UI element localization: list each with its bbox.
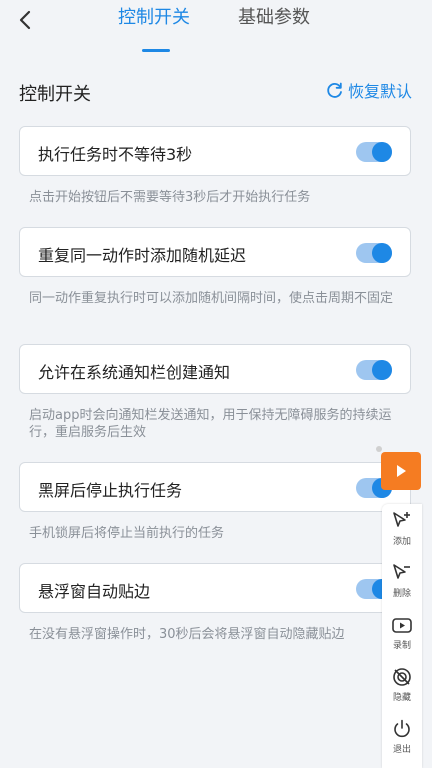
restore-defaults-button[interactable]: 恢复默认 <box>326 78 412 102</box>
tool-label: 录制 <box>392 641 411 651</box>
tab-basic-params[interactable]: 基础参数 <box>238 6 310 30</box>
setting-label: 执行任务时不等待3秒 <box>38 145 193 164</box>
tool-hide[interactable]: 隐藏 <box>382 666 422 716</box>
setting-label: 黑屏后停止执行任务 <box>38 481 183 500</box>
setting-label: 允许在系统通知栏创建通知 <box>38 363 231 382</box>
setting-description: 点击开始按钮后不需要等待3秒后才开始执行任务 <box>29 190 311 205</box>
no-wait-toggle[interactable] <box>356 142 392 162</box>
play-button[interactable] <box>381 452 421 490</box>
record-icon <box>392 618 412 633</box>
back-arrow-icon <box>19 10 31 30</box>
play-icon <box>397 465 406 477</box>
tab-control-switch[interactable]: 控制开关 <box>118 6 190 30</box>
restore-defaults-label: 恢复默认 <box>347 82 412 101</box>
active-tab-indicator <box>142 49 170 52</box>
tool-label: 退出 <box>392 745 411 755</box>
tool-label: 添加 <box>392 537 411 547</box>
setting-card-stop-on-black-screen: 黑屏后停止执行任务 <box>19 462 411 512</box>
setting-label: 悬浮窗自动贴边 <box>38 582 151 601</box>
tool-label: 隐藏 <box>392 693 411 703</box>
setting-card-no-wait: 执行任务时不等待3秒 <box>19 126 411 176</box>
toggle-knob <box>372 243 392 263</box>
random-delay-toggle[interactable] <box>356 243 392 263</box>
setting-description: 同一动作重复执行时可以添加随机间隔时间，使点击周期不固定 <box>29 291 394 306</box>
setting-card-random-delay: 重复同一动作时添加随机延迟 <box>19 227 411 277</box>
floating-toolbar: 添加 删除 录制 隐藏 退出 <box>381 452 423 768</box>
setting-description: 在没有悬浮窗操作时，30秒后会将悬浮窗自动隐藏贴边 <box>29 627 345 642</box>
refresh-icon <box>327 82 342 98</box>
tool-remove[interactable]: 删除 <box>382 562 422 612</box>
tool-label: 删除 <box>392 589 411 599</box>
toggle-knob <box>372 142 392 162</box>
back-button[interactable] <box>12 6 40 34</box>
tool-record[interactable]: 录制 <box>382 614 422 664</box>
setting-label: 重复同一动作时添加随机延迟 <box>38 246 247 265</box>
notification-toggle[interactable] <box>356 360 392 380</box>
hide-icon <box>393 668 411 686</box>
tool-add[interactable]: 添加 <box>382 510 422 560</box>
power-icon <box>394 719 410 738</box>
setting-card-auto-dock: 悬浮窗自动贴边 <box>19 563 411 613</box>
tool-exit[interactable]: 退出 <box>382 718 422 768</box>
setting-card-notification: 允许在系统通知栏创建通知 <box>19 344 411 394</box>
toggle-knob <box>372 360 392 380</box>
tool-list: 添加 删除 录制 隐藏 退出 <box>382 504 422 768</box>
top-bar: 控制开关 基础参数 <box>0 0 432 54</box>
setting-description: 启动app时会向通知栏发送通知，用于保持无障碍服务的持续运行，重启服务后生效 <box>29 408 392 440</box>
remove-pointer-icon <box>393 564 410 579</box>
add-pointer-icon <box>393 512 410 527</box>
section-title: 控制开关 <box>19 84 91 105</box>
setting-description: 手机锁屏后将停止当前执行的任务 <box>29 526 225 541</box>
